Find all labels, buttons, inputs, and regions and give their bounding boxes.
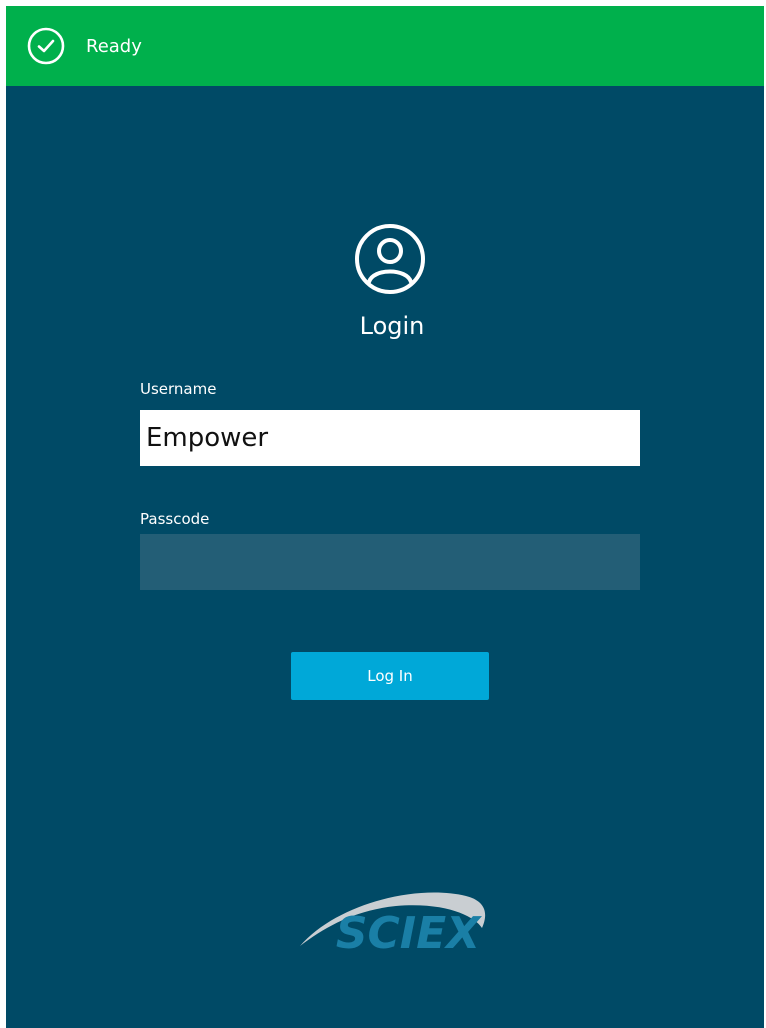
- app-window: Ready Login Username Passcode Log In SCI…: [6, 6, 764, 1028]
- sciex-logo: SCIEX: [296, 884, 496, 964]
- status-bar: Ready: [6, 6, 764, 86]
- status-text: Ready: [86, 35, 142, 57]
- username-label: Username: [140, 380, 217, 398]
- check-circle-icon: [26, 26, 66, 66]
- logo-text: SCIEX: [336, 908, 482, 959]
- passcode-input[interactable]: [140, 534, 640, 590]
- username-input[interactable]: [140, 410, 640, 466]
- login-title: Login: [359, 312, 425, 340]
- login-button[interactable]: Log In: [291, 652, 489, 700]
- passcode-label: Passcode: [140, 510, 210, 528]
- user-circle-icon: [353, 222, 427, 296]
